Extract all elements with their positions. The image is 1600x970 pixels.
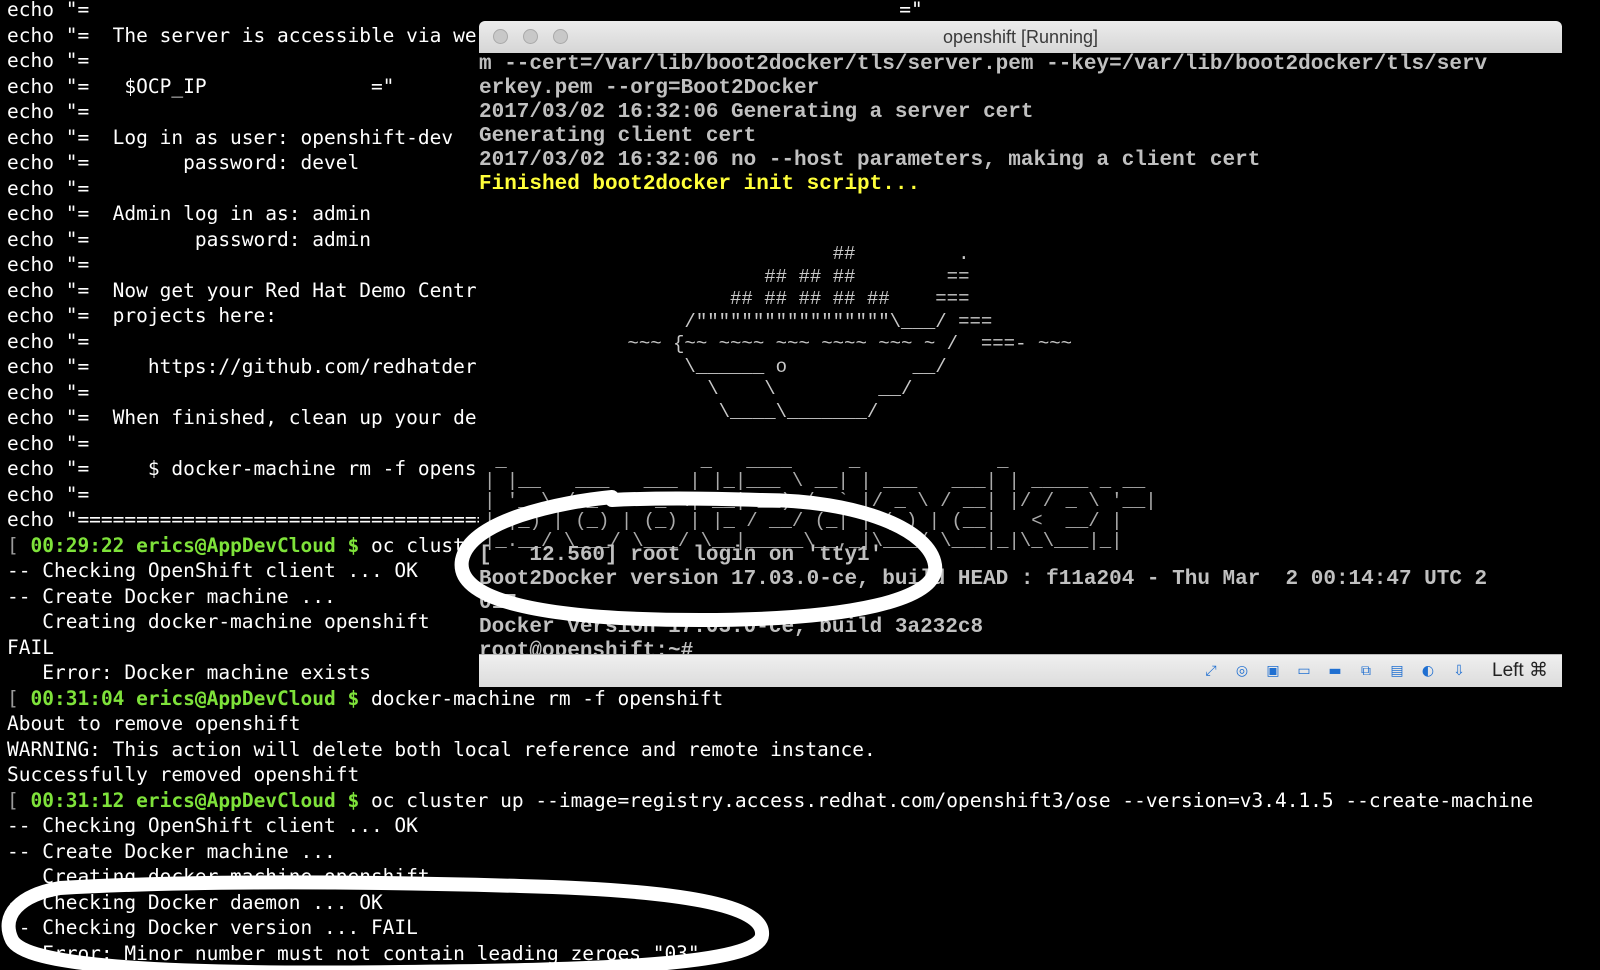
- terminal-line: echo "=: [7, 176, 90, 200]
- terminal-line: echo "=: [7, 253, 90, 276]
- terminal-line: echo "= password: admin: [7, 227, 371, 251]
- console-line: 017: [479, 592, 517, 615]
- terminal-line: echo "=: [7, 100, 90, 123]
- resize-icon[interactable]: ⤢: [1201, 661, 1221, 681]
- console-line: 2017/03/02 16:32:06 Generating a server …: [479, 101, 1034, 124]
- terminal-line: echo "= password: devel: [7, 151, 360, 174]
- terminal-line: Creating docker-machine openshift: [7, 610, 430, 633]
- terminal-line: -- Checking Docker version ... FAIL: [7, 916, 418, 939]
- terminal-line: echo "=: [7, 329, 90, 353]
- terminal-line: FAIL: [7, 635, 54, 659]
- console-line: Finished boot2docker init script...: [479, 173, 921, 196]
- terminal-line: About to remove openshift: [7, 712, 301, 735]
- prompt-user: erics@AppDevCloud $: [136, 788, 360, 812]
- recording-icon[interactable]: ◐: [1418, 661, 1438, 681]
- prompt-bracket: [: [7, 533, 19, 557]
- terminal-line: Error: Minor number must not contain lea…: [7, 941, 700, 965]
- docker-whale-ascii-art: ## . ## ## ## == ## ## ## ## ## === /"""…: [627, 243, 1073, 423]
- terminal-line: echo "= projects here:: [7, 304, 278, 327]
- prompt-line: [ 00:29:22 erics@AppDevCloud $ oc clust: [7, 533, 465, 558]
- prompt-cmd: oc clust: [370, 533, 465, 557]
- prompt-user: erics@AppDevCloud $: [136, 533, 360, 557]
- vm-console-screen[interactable]: m --cert=/var/lib/boot2docker/tls/server…: [479, 53, 1562, 675]
- prompt-user: erics@AppDevCloud $: [136, 686, 360, 710]
- prompt-line: [ 00:31:04 erics@AppDevCloud $ docker-ma…: [7, 686, 723, 711]
- terminal-line: -- Checking OpenShift client ... OK: [7, 559, 418, 582]
- prompt-time: 00:31:12: [30, 788, 125, 812]
- console-line: Generating client cert: [479, 125, 757, 148]
- console-line: erkey.pem --org=Boot2Docker: [479, 77, 820, 100]
- vm-statusbar: ⤢ ◎ ▣ ▭ ▬ ⧉ ▤ ◐ ⇩ Left ⌘: [479, 654, 1562, 687]
- terminal-line: echo "=: [7, 49, 90, 72]
- optical-disc-icon[interactable]: ◎: [1232, 661, 1252, 681]
- prompt-time: 00:29:22: [30, 533, 125, 557]
- terminal-line: Successfully removed openshift: [7, 763, 360, 786]
- prompt-time: 00:31:04: [30, 686, 125, 710]
- terminal-line: WARNING: This action will delete both lo…: [7, 737, 876, 761]
- terminal-line: echo "= https://github.com/redhatder: [7, 355, 477, 378]
- terminal-line: -- Checking OpenShift client ... OK: [7, 814, 418, 837]
- screen-icon[interactable]: ▬: [1325, 661, 1345, 681]
- terminal-line: -- Create Docker machine ...: [7, 839, 336, 863]
- prompt-bracket: [: [7, 686, 19, 710]
- boot2docker-ascii-logo: _ _ ____ _ _ | |__ ___ ___ | |_|___ \ __…: [484, 450, 1157, 552]
- terminal-line: echo "=: [7, 380, 90, 404]
- shared-folder-icon[interactable]: ▭: [1294, 661, 1314, 681]
- terminal-line: echo "= Admin log in as: admin: [7, 202, 371, 225]
- terminal-line: echo "= The server is accessible via we: [7, 23, 477, 47]
- network-icon[interactable]: ⧉: [1356, 661, 1376, 681]
- console-line: m --cert=/var/lib/boot2docker/tls/server…: [479, 53, 1488, 76]
- prompt-line: [ 00:31:12 erics@AppDevCloud $ oc cluste…: [7, 788, 1533, 813]
- terminal-line: -- Checking Docker daemon ... OK: [7, 890, 383, 914]
- window-titlebar[interactable]: openshift [Running]: [479, 21, 1562, 53]
- mouse-integration-icon[interactable]: ⇩: [1449, 661, 1469, 681]
- terminal-line: Error: Docker machine exists: [7, 661, 371, 684]
- console-line: 2017/03/02 16:32:06 no --host parameters…: [479, 149, 1261, 172]
- console-line: Boot2Docker version 17.03.0-ce, build HE…: [479, 568, 1488, 591]
- console-line: Docker version 17.03.0-ce, build 3a232c8: [479, 616, 984, 639]
- prompt-cmd: docker-machine rm -f openshift: [370, 686, 724, 710]
- terminal-line: echo "= =": [7, 0, 923, 21]
- terminal-line: echo "= Log in as user: openshift-dev: [7, 125, 454, 149]
- terminal-line: echo "= Now get your Red Hat Demo Centr: [7, 278, 477, 302]
- console-line: [ 12.560] root login on 'tty1': [479, 544, 883, 567]
- virtualbox-window[interactable]: openshift [Running] m --cert=/var/lib/bo…: [479, 21, 1562, 687]
- terminal-line: echo "= $ docker-machine rm -f opens: [7, 457, 477, 480]
- terminal-line: echo "= When finished, clean up your de: [7, 406, 477, 429]
- prompt-cmd: oc cluster up --image=registry.access.re…: [370, 788, 1534, 812]
- window-title: openshift [Running]: [942, 27, 1099, 47]
- terminal-line: echo "=: [7, 482, 90, 506]
- host-key-indicator[interactable]: Left ⌘: [1492, 655, 1548, 687]
- prompt-bracket: [: [7, 788, 19, 812]
- terminal-line: Creating docker-machine openshift: [7, 865, 430, 888]
- terminal-line: -- Create Docker machine ...: [7, 584, 336, 608]
- terminal-line: echo "=: [7, 431, 90, 455]
- usb-icon[interactable]: ▤: [1387, 661, 1407, 681]
- display-icon[interactable]: ▣: [1263, 661, 1283, 681]
- terminal-line: echo "= $OCP_IP =": [7, 74, 395, 98]
